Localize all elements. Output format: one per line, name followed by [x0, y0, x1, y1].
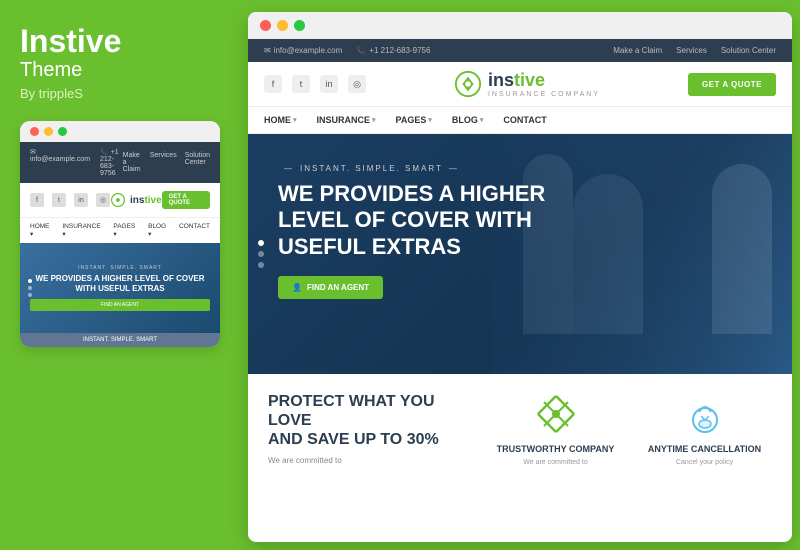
quote-button[interactable]: GET A QUOTE	[688, 73, 776, 96]
logo-icon	[454, 70, 482, 98]
mini-nav-menu: HOME ▾ INSURANCE ▾ PAGES ▾ BLOG ▾ CONTAC…	[20, 217, 220, 243]
agent-icon: 👤	[292, 283, 302, 292]
mini-topbar-left: ✉ info@example.com 📞 +1 212-683-9756	[30, 148, 123, 177]
nav-home-arrow: ▾	[293, 116, 297, 124]
feature-trustworthy: TRUSTWORTHY COMPANY We are committed to	[488, 392, 623, 468]
mini-hero-content: INSTANT. SIMPLE. SMART WE PROVIDES A HIG…	[20, 265, 220, 311]
site-logo: instive INSURANCE COMPANY	[454, 70, 600, 98]
bottom-heading: PROTECT WHAT YOU LOVE AND SAVE UP TO 30%	[268, 392, 468, 450]
mini-social-icons: f t in ◎	[30, 193, 110, 207]
topbar-claim-link[interactable]: Make a Claim	[613, 46, 662, 55]
mini-twitter-icon: t	[52, 193, 66, 207]
main-window-controls	[248, 12, 792, 39]
cancellation-title: ANYTIME CANCELLATION	[648, 444, 761, 454]
bottom-section: PROTECT WHAT YOU LOVE AND SAVE UP TO 30%…	[248, 374, 792, 486]
envelope-icon: ✉	[264, 46, 271, 55]
mini-nav-pages: PAGES ▾	[113, 223, 140, 238]
hero-headline: WE PROVIDES A HIGHER LEVEL OF COVER WITH…	[278, 181, 568, 260]
social-icons: f t in ◎	[264, 75, 366, 93]
mini-email: ✉ info@example.com	[30, 148, 90, 177]
theme-subtitle: Theme	[20, 59, 220, 82]
mini-logo-icon	[110, 192, 126, 208]
nav-home[interactable]: HOME▾	[264, 115, 297, 125]
trustworthy-desc: We are committed to	[523, 458, 587, 468]
bottom-desc: We are committed to	[268, 456, 468, 465]
logo-subtitle: INSURANCE COMPANY	[488, 91, 600, 98]
logo-text-area: instive INSURANCE COMPANY	[488, 70, 600, 98]
mini-header: f t in ◎ instive GET A QUOTE	[20, 183, 220, 217]
mini-logo-text: instive	[130, 195, 162, 206]
mini-hero-cta[interactable]: FIND AN AGENT	[30, 299, 210, 311]
mini-dot-green	[58, 127, 67, 136]
hero-tagline: INSTANT. SIMPLE. SMART	[278, 164, 568, 173]
hero-dot-1[interactable]	[258, 240, 264, 246]
mini-nav-home: HOME ▾	[30, 223, 54, 238]
twitter-icon[interactable]: t	[292, 75, 310, 93]
left-panel: Instive Theme By trippleS ✉ info@example…	[0, 0, 240, 550]
topbar-left: ✉ info@example.com 📞 +1 212-683-9756	[264, 46, 430, 55]
mini-claim-link: Make a Claim	[123, 152, 142, 173]
trustworthy-title: TRUSTWORTHY COMPANY	[497, 444, 615, 454]
mini-preview-card: ✉ info@example.com 📞 +1 212-683-9756 Mak…	[20, 121, 220, 347]
mini-phone: 📞 +1 212-683-9756	[100, 148, 123, 177]
mini-nav-contact: CONTACT	[179, 223, 210, 238]
bottom-left-content: PROTECT WHAT YOU LOVE AND SAVE UP TO 30%…	[268, 392, 468, 465]
nav-insurance-arrow: ▾	[372, 116, 376, 124]
nav-blog[interactable]: BLOG▾	[452, 115, 484, 125]
trustworthy-icon	[534, 392, 578, 436]
cancellation-icon	[683, 392, 727, 436]
mini-quote-button[interactable]: GET A QUOTE	[162, 191, 210, 209]
facebook-icon[interactable]: f	[264, 75, 282, 93]
main-dot-yellow	[277, 20, 288, 31]
mini-linkedin-icon: in	[74, 193, 88, 207]
nav-blog-arrow: ▾	[480, 116, 484, 124]
hero-section: INSTANT. SIMPLE. SMART WE PROVIDES A HIG…	[248, 134, 792, 374]
main-dot-green	[294, 20, 305, 31]
linkedin-icon[interactable]: in	[320, 75, 338, 93]
main-dot-red	[260, 20, 271, 31]
site-topbar: ✉ info@example.com 📞 +1 212-683-9756 Mak…	[248, 39, 792, 62]
nav-pages[interactable]: PAGES▾	[396, 115, 432, 125]
hero-slider-dots	[258, 240, 264, 268]
mini-hero-headline: WE PROVIDES A HIGHER LEVEL OF COVER WITH…	[30, 274, 210, 293]
hero-content: INSTANT. SIMPLE. SMART WE PROVIDES A HIG…	[248, 134, 588, 319]
hero-dot-3[interactable]	[258, 262, 264, 268]
hero-dot-2[interactable]	[258, 251, 264, 257]
nav-insurance[interactable]: INSURANCE▾	[317, 115, 376, 125]
theme-title: Instive	[20, 24, 220, 59]
feature-cancellation: ANYTIME CANCELLATION Cancel your policy	[637, 392, 772, 468]
mini-hero: INSTANT. SIMPLE. SMART WE PROVIDES A HIG…	[20, 243, 220, 333]
mini-dot-yellow	[44, 127, 53, 136]
cancellation-desc: Cancel your policy	[676, 458, 733, 468]
nav-pages-arrow: ▾	[428, 116, 432, 124]
mini-services-link: Services	[150, 152, 177, 173]
mini-topbar-right: Make a Claim Services Solution Center	[123, 152, 210, 173]
mini-bottom-tag: INSTANT. SIMPLE. SMART	[20, 333, 220, 347]
mini-logo: instive	[110, 192, 162, 208]
mini-facebook-icon: f	[30, 193, 44, 207]
site-header: f t in ◎ instive INSURANCE COMPANY GET A…	[248, 62, 792, 107]
feature-icons-row: TRUSTWORTHY COMPANY We are committed to …	[488, 392, 772, 468]
main-preview: ✉ info@example.com 📞 +1 212-683-9756 Mak…	[248, 12, 792, 542]
mini-instagram-icon: ◎	[96, 193, 110, 207]
mini-solution-link: Solution Center	[185, 152, 210, 173]
nav-contact[interactable]: CONTACT	[503, 115, 546, 125]
hero-cta-button[interactable]: 👤 FIND AN AGENT	[278, 276, 383, 299]
topbar-services-link[interactable]: Services	[676, 46, 707, 55]
topbar-phone: 📞 +1 212-683-9756	[356, 46, 430, 55]
topbar-email: ✉ info@example.com	[264, 46, 342, 55]
instagram-icon[interactable]: ◎	[348, 75, 366, 93]
mini-nav-blog: BLOG ▾	[148, 223, 171, 238]
mini-window-controls	[20, 121, 220, 142]
site-navigation: HOME▾ INSURANCE▾ PAGES▾ BLOG▾ CONTACT	[248, 107, 792, 134]
topbar-right: Make a Claim Services Solution Center	[613, 46, 776, 55]
mini-hero-tagline: INSTANT. SIMPLE. SMART	[30, 265, 210, 271]
mini-topbar: ✉ info@example.com 📞 +1 212-683-9756 Mak…	[20, 142, 220, 183]
theme-by: By trippleS	[20, 86, 220, 101]
phone-icon: 📞	[356, 46, 366, 55]
mini-nav-insurance: INSURANCE ▾	[62, 223, 105, 238]
mini-dot-red	[30, 127, 39, 136]
topbar-solution-link[interactable]: Solution Center	[721, 46, 776, 55]
logo-text: instive	[488, 70, 600, 91]
